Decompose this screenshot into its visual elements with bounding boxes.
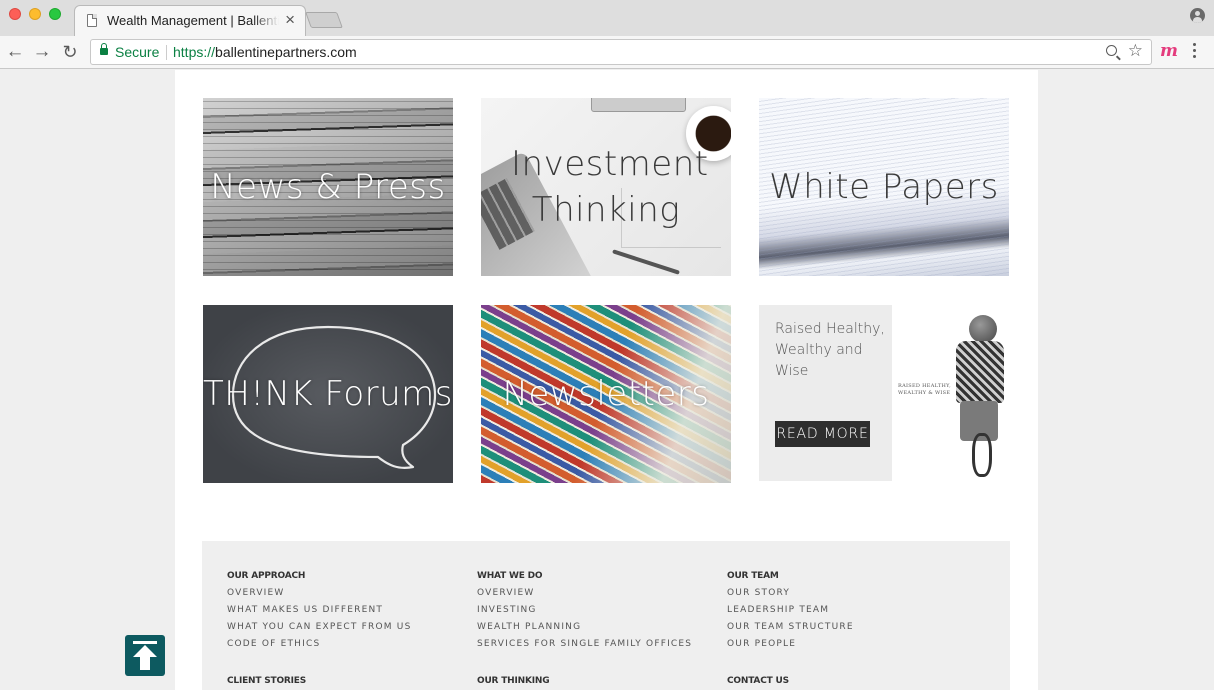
close-window-button[interactable] (9, 8, 21, 20)
secure-label: Secure (115, 44, 160, 60)
footer-heading[interactable]: OUR THINKING (477, 673, 717, 690)
boy-body-image (956, 341, 1004, 403)
bicycle-wheel-image (972, 433, 992, 477)
zoom-icon[interactable] (1106, 45, 1117, 56)
browser-menu-icon[interactable] (1193, 43, 1197, 61)
page-icon (87, 14, 97, 27)
footer-heading[interactable]: CONTACT US (727, 673, 967, 690)
footer-column-approach: OUR APPROACH OVERVIEW WHAT MAKES US DIFF… (227, 568, 467, 653)
arrow-up-icon (133, 641, 157, 670)
profile-icon[interactable] (1190, 8, 1205, 23)
back-to-top-button[interactable] (125, 635, 165, 676)
book-promo: Raised Healthy, Wealthy and Wise READ MO… (759, 305, 1009, 481)
lock-icon (100, 43, 108, 55)
tile-label: White Papers (769, 167, 999, 207)
browser-toolbar: ← → ↻ Secure https://ballentinepartners.… (0, 36, 1214, 69)
footer-link[interactable]: LEADERSHIP TEAM (727, 602, 967, 619)
divider (166, 45, 167, 60)
investment-thinking-tile[interactable]: Investment Thinking (481, 98, 731, 276)
promo-text: Raised Healthy, Wealthy and Wise (775, 321, 885, 379)
extension-icon[interactable]: m (1160, 41, 1178, 61)
browser-tab-bar: Wealth Management | Ballentine Partners … (0, 0, 1214, 36)
footer-link[interactable]: SERVICES FOR SINGLE FAMILY OFFICES (477, 636, 717, 653)
tile-label: News & Press (210, 167, 446, 207)
url-host: ballentinepartners.com (215, 44, 357, 60)
boy-head-image (969, 315, 997, 343)
footer-link[interactable]: OUR STORY (727, 585, 967, 602)
footer-link[interactable]: OUR TEAM STRUCTURE (727, 619, 967, 636)
pen-image (612, 249, 680, 275)
book-title: RAISED HEALTHY, WEALTHY & WISE (898, 383, 951, 396)
minimize-window-button[interactable] (29, 8, 41, 20)
footer-link[interactable]: OUR PEOPLE (727, 636, 967, 653)
tab-close-icon[interactable]: × (285, 11, 295, 28)
footer-column-what-we-do: WHAT WE DO OVERVIEW INVESTING WEALTH PLA… (477, 568, 717, 653)
clipboard-image (591, 98, 686, 112)
tab-title: Wealth Management | Ballentine Partners (107, 13, 279, 28)
footer-heading[interactable]: CLIENT STORIES (227, 673, 467, 690)
footer-link[interactable]: CODE OF ETHICS (227, 636, 467, 653)
address-bar[interactable]: Secure https://ballentinepartners.com ☆ (90, 39, 1152, 65)
forward-icon[interactable]: → (31, 40, 53, 64)
footer-column-team: OUR TEAM OUR STORY LEADERSHIP TEAM OUR T… (727, 568, 967, 653)
url-scheme: https:// (173, 44, 216, 60)
white-papers-tile[interactable]: White Papers (759, 98, 1009, 276)
read-more-button[interactable]: READ MORE (775, 421, 870, 447)
zoom-window-button[interactable] (49, 8, 61, 20)
footer-heading-our-thinking: OUR THINKING (477, 673, 717, 690)
footer-link[interactable]: OVERVIEW (227, 585, 467, 602)
footer-heading-client-stories: CLIENT STORIES (227, 673, 467, 690)
tile-label: Newsletters (502, 374, 710, 414)
back-icon[interactable]: ← (4, 40, 26, 64)
tile-label: TH!NK Forums (203, 374, 453, 414)
newsletters-tile[interactable]: Newsletters (481, 305, 731, 483)
footer-heading[interactable]: OUR TEAM (727, 568, 967, 585)
browser-tab[interactable]: Wealth Management | Ballentine Partners … (74, 5, 306, 36)
footer-link[interactable]: WHAT MAKES US DIFFERENT (227, 602, 467, 619)
footer-heading[interactable]: OUR APPROACH (227, 568, 467, 585)
reload-icon[interactable]: ↻ (59, 40, 81, 64)
think-forums-tile[interactable]: TH!NK Forums (203, 305, 453, 483)
page-content: News & Press Investment Thinking White P… (175, 70, 1038, 690)
footer-link[interactable]: OVERVIEW (477, 585, 717, 602)
bookmark-star-icon[interactable]: ☆ (1128, 41, 1143, 61)
footer-link[interactable]: WHAT YOU CAN EXPECT FROM US (227, 619, 467, 636)
news-press-tile[interactable]: News & Press (203, 98, 453, 276)
footer-heading-contact: CONTACT US (727, 673, 967, 690)
tile-label: Investment Thinking (511, 144, 709, 230)
footer-heading[interactable]: WHAT WE DO (477, 568, 717, 585)
footer-sitemap: OUR APPROACH OVERVIEW WHAT MAKES US DIFF… (202, 541, 1010, 690)
book-cover-image[interactable]: RAISED HEALTHY, WEALTHY & WISE (892, 305, 1009, 481)
footer-link[interactable]: WEALTH PLANNING (477, 619, 717, 636)
new-tab-button[interactable] (305, 12, 343, 28)
url-text[interactable]: https://ballentinepartners.com (173, 44, 357, 60)
footer-link[interactable]: INVESTING (477, 602, 717, 619)
